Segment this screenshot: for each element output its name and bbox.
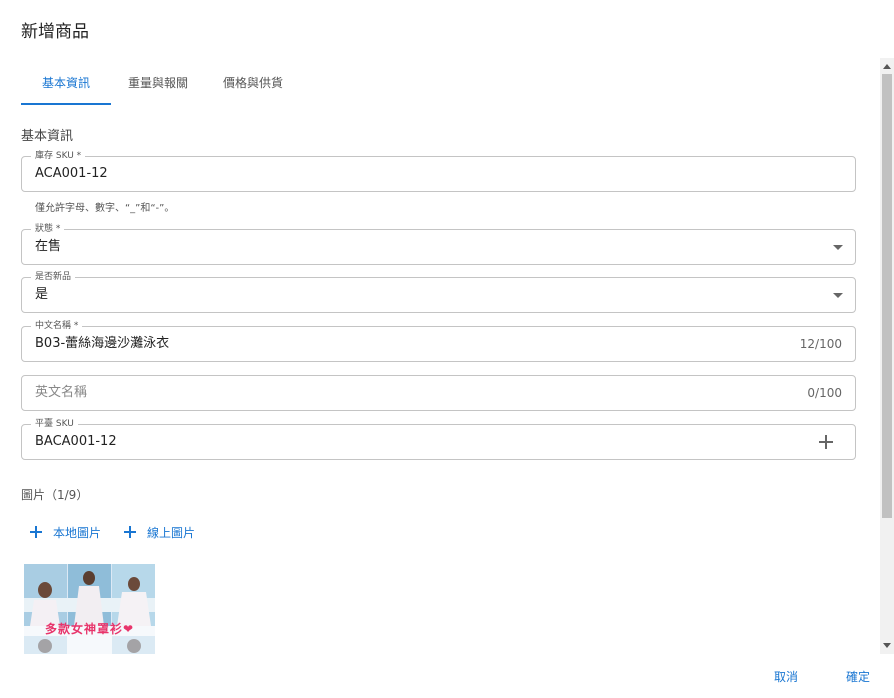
product-image-thumbnail[interactable]: 多款女神罩衫❤ [24, 564, 155, 654]
chinese-name-counter: 12/100 [799, 337, 842, 351]
add-online-image-button[interactable]: 線上圖片 [124, 524, 195, 540]
sku-helper-text: 僅允許字母、數字、“_”和“-”。 [35, 203, 175, 214]
status-select[interactable]: 狀態 * 在售 [21, 224, 856, 265]
confirm-button[interactable]: 確定 [846, 668, 870, 685]
chinese-name-field[interactable]: 中文名稱 * B03-蕾絲海邊沙灘泳衣 12/100 [21, 321, 856, 362]
scroll-down-arrow-icon[interactable] [883, 643, 891, 648]
status-value: 在售 [35, 239, 62, 254]
english-name-counter: 0/100 [807, 386, 842, 400]
is-new-value: 是 [35, 287, 49, 302]
section-title: 基本資訊 [21, 129, 74, 144]
tab-weight-customs[interactable]: 重量與報關 [111, 58, 205, 106]
dialog-actions: 取消 確定 [726, 668, 870, 685]
active-tab-indicator [21, 103, 111, 105]
dialog-content: 基本資訊 重量與報關 價格與供貨 基本資訊 庫存 SKU * ACA001-12… [0, 58, 894, 654]
scrollbar-thumb[interactable] [882, 74, 892, 518]
tab-basic-info[interactable]: 基本資訊 [21, 58, 111, 106]
thumbnail-caption: 多款女神罩衫❤ [44, 622, 135, 636]
add-local-image-label: 本地圖片 [53, 525, 102, 540]
product-photo-collage [24, 564, 155, 654]
plus-icon [124, 526, 136, 538]
content-scrollbar[interactable] [880, 58, 894, 654]
caret-down-icon [833, 293, 843, 298]
is-new-select[interactable]: 是否新品 是 [21, 272, 856, 313]
dialog-title: 新增商品 [21, 22, 89, 42]
english-name-field[interactable]: 英文名稱 0/100 [21, 375, 856, 411]
sku-field[interactable]: 庫存 SKU * ACA001-12 [21, 151, 856, 192]
plus-icon [30, 526, 42, 538]
tab-price-supply[interactable]: 價格與供貨 [205, 58, 301, 106]
platform-sku-field[interactable]: 平臺 SKU BACA001-12 [21, 419, 856, 460]
tab-bar: 基本資訊 重量與報關 價格與供貨 [21, 58, 301, 106]
platform-sku-value: BACA001-12 [35, 434, 117, 449]
add-online-image-label: 線上圖片 [147, 525, 196, 540]
cancel-button[interactable]: 取消 [774, 668, 798, 685]
sku-value: ACA001-12 [35, 166, 108, 181]
chinese-name-value: B03-蕾絲海邊沙灘泳衣 [35, 336, 170, 351]
caret-down-icon [833, 245, 843, 250]
add-platform-sku-icon[interactable] [819, 435, 833, 449]
scroll-up-arrow-icon[interactable] [883, 64, 891, 69]
english-name-placeholder: 英文名稱 [35, 385, 88, 400]
images-title: 圖片（1/9） [21, 488, 89, 502]
add-local-image-button[interactable]: 本地圖片 [30, 524, 101, 540]
